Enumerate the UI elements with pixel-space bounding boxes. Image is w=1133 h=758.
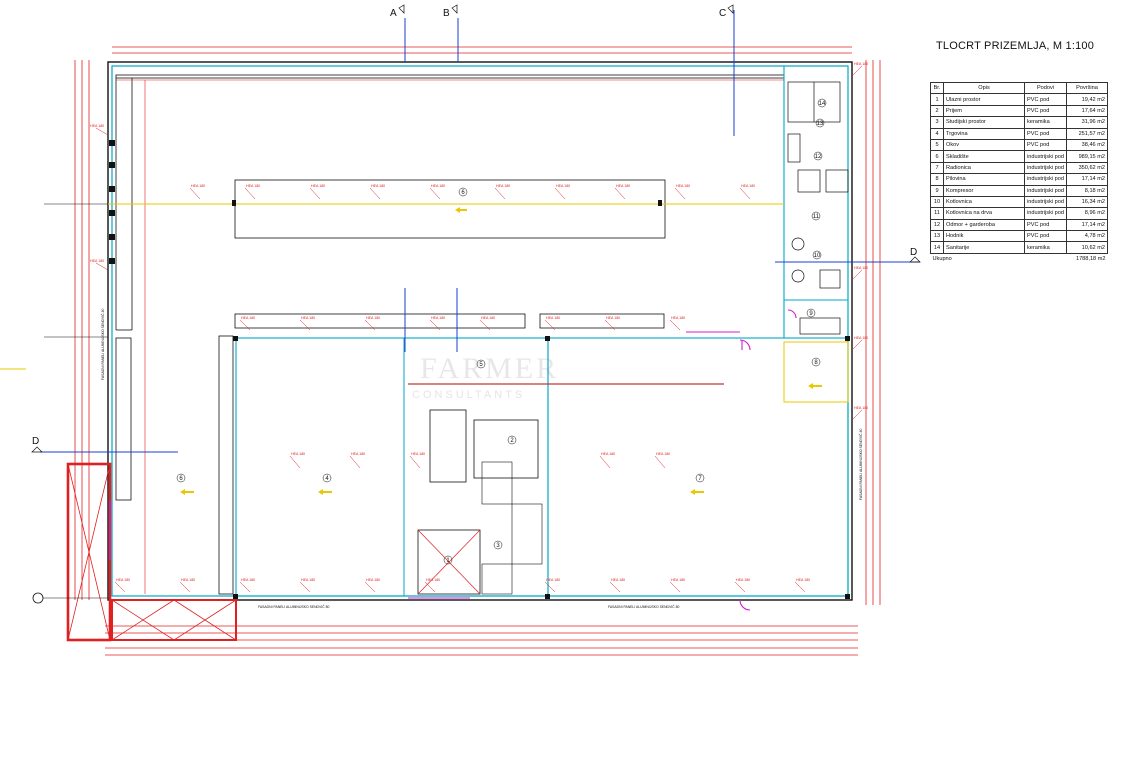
svg-text:HEA 180: HEA 180: [431, 184, 445, 188]
svg-text:HEA 180: HEA 180: [431, 316, 445, 320]
svg-text:11: 11: [813, 214, 820, 220]
svg-text:HEA 180: HEA 180: [351, 452, 365, 456]
svg-text:HEA 180: HEA 180: [291, 452, 305, 456]
building-walls: [107, 61, 853, 601]
section-marker-d-right: D: [910, 247, 917, 258]
section-marker-b: B: [443, 8, 450, 19]
svg-text:HEA 180: HEA 180: [241, 316, 255, 320]
svg-text:HEA 180: HEA 180: [671, 578, 685, 582]
svg-text:HEA 180: HEA 180: [656, 452, 670, 456]
table-row: 13 Hodnik PVC pod 4,78 m2: [930, 230, 1108, 243]
svg-text:HEA 180: HEA 180: [191, 184, 205, 188]
table-header-row: Br. Opis Podovi Površina: [930, 81, 1108, 95]
svg-text:2: 2: [510, 438, 514, 444]
svg-text:HEA 180: HEA 180: [601, 452, 615, 456]
svg-text:HEA 180: HEA 180: [854, 266, 868, 270]
svg-text:HEA 180: HEA 180: [854, 62, 868, 66]
section-marker-d-left: D: [32, 436, 39, 447]
svg-text:8: 8: [814, 360, 818, 366]
svg-text:12: 12: [815, 154, 822, 160]
svg-text:7: 7: [698, 476, 702, 482]
svg-text:HEA 180: HEA 180: [796, 578, 810, 582]
facade-note-right: FASADNI PANELI ALUMINIJSKO SENDVIČ 80: [858, 429, 863, 500]
svg-text:HEA 180: HEA 180: [426, 578, 440, 582]
room-schedule-table: Br. Opis Podovi Površina 1 Ulazni prostor…: [930, 81, 1108, 264]
yellow-arrows: [180, 207, 822, 495]
svg-text:HEA 180: HEA 180: [546, 316, 560, 320]
svg-text:HEA 180: HEA 180: [611, 578, 625, 582]
svg-text:HEA 180: HEA 180: [854, 406, 868, 410]
header-area: Površina: [1066, 81, 1108, 95]
drawing-title: TLOCRT PRIZEMLJA, M 1:100: [936, 40, 1095, 52]
header-description: Opis: [943, 81, 1025, 95]
table-row: 1 Ulazni prostor PVC pod 19,42 m2: [930, 93, 1108, 106]
table-row: 9 Kompresor industrijski pod 8,18 m2: [930, 184, 1108, 197]
svg-text:HEA 180: HEA 180: [371, 184, 385, 188]
svg-text:14: 14: [819, 101, 826, 107]
facade-note-bottom-left: FASADNI PANELI ALUMINIJSKO SENDVIČ 80: [258, 604, 329, 609]
svg-text:4: 4: [325, 476, 329, 482]
table-row: 2 Prijem PVC pod 17,64 m2: [930, 104, 1108, 118]
svg-text:HEA 180: HEA 180: [606, 316, 620, 320]
svg-text:HEA 180: HEA 180: [366, 316, 380, 320]
table-row: 4 Trgovina PVC pod 251,57 m2: [930, 127, 1108, 140]
svg-text:6: 6: [461, 190, 465, 196]
grid-lines: [38, 203, 108, 599]
grid-axis-bubble: [32, 592, 44, 604]
header-number: Br.: [930, 81, 944, 95]
yellow-axis: [0, 203, 784, 370]
table-row: 14 Sanitarije keramika 10,62 m2: [930, 241, 1108, 254]
facade-note-bottom-right: FASADNI PANELI ALUMINIJSKO SENDVIČ 80: [608, 604, 679, 609]
svg-text:HEA 180: HEA 180: [301, 316, 315, 320]
table-row: 11 Kotlovnica na drva industrijski pod 8,96…: [930, 207, 1108, 220]
svg-text:HEA 180: HEA 180: [736, 578, 750, 582]
svg-text:HEA 180: HEA 180: [741, 184, 755, 188]
svg-text:HEA 180: HEA 180: [246, 184, 260, 188]
svg-text:6: 6: [179, 476, 183, 482]
total-label: Ukupno: [932, 256, 952, 263]
total-value: 1788,18 m2: [1075, 256, 1106, 263]
svg-text:HEA 180: HEA 180: [556, 184, 570, 188]
svg-text:HEA 180: HEA 180: [854, 336, 868, 340]
svg-text:HEA 180: HEA 180: [676, 184, 690, 188]
svg-text:HEA 180: HEA 180: [496, 184, 510, 188]
svg-text:HEA 180: HEA 180: [671, 316, 685, 320]
svg-text:HEA 180: HEA 180: [116, 578, 130, 582]
table-total-row: Ukupno 1788,18 m2: [931, 253, 1108, 264]
header-floor: Podovi: [1024, 81, 1067, 95]
svg-text:HEA 180: HEA 180: [481, 316, 495, 320]
svg-text:HEA 180: HEA 180: [616, 184, 630, 188]
watermark-subtitle: CONSULTANTS: [412, 389, 526, 401]
section-marker-a: A: [390, 8, 397, 19]
svg-text:9: 9: [809, 311, 813, 317]
table-row: 7 Radionica industrijski pod 350,62 m2: [930, 161, 1108, 175]
svg-text:HEA 180: HEA 180: [311, 184, 325, 188]
dimension-lines: [74, 46, 881, 656]
svg-text:HEA 180: HEA 180: [366, 578, 380, 582]
svg-text:HEA 180: HEA 180: [241, 578, 255, 582]
table-row: 3 Studijski prostor keramika 31,96 m2: [930, 116, 1108, 129]
svg-text:13: 13: [817, 121, 824, 127]
svg-text:HEA 180: HEA 180: [181, 578, 195, 582]
table-row: 5 Okov PVC pod 38,46 m2: [930, 138, 1108, 152]
beam-callouts: HEA 180 HEA 180 HEA 180 HEA 180 HEA 180 …: [90, 62, 868, 593]
table-row: 10 Kotlovnica industrijski pod 16,34 m2: [930, 195, 1108, 209]
table-row: 6 Skladište industrijski pod 989,15 m2: [930, 150, 1108, 163]
svg-text:HEA 180: HEA 180: [301, 578, 315, 582]
table-row: 12 Odmor + garderoba PVC pod 17,14 m2: [930, 218, 1108, 232]
svg-text:HEA 180: HEA 180: [546, 578, 560, 582]
svg-text:HEA 180: HEA 180: [90, 124, 104, 128]
svg-text:10: 10: [814, 253, 821, 259]
table-row: 8 Pilovina industrijski pod 17,14 m2: [930, 173, 1108, 186]
svg-text:HEA 180: HEA 180: [411, 452, 425, 456]
facade-note-left: FASADNI PANELI ALUMINIJSKO SENDVIČ 80: [100, 309, 105, 380]
svg-text:HEA 180: HEA 180: [90, 259, 104, 263]
watermark: FARMER: [420, 352, 560, 385]
svg-text:3: 3: [496, 543, 500, 549]
section-marker-c: C: [719, 8, 726, 19]
